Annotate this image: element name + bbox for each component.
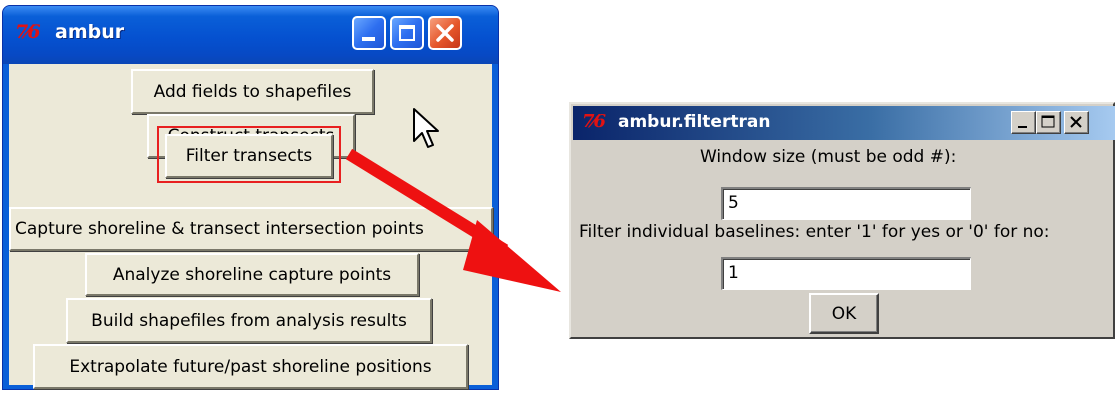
dialog-close-button[interactable] bbox=[1064, 111, 1089, 134]
build-shapefiles-button[interactable]: Build shapefiles from analysis results bbox=[66, 298, 432, 343]
minimize-button[interactable] bbox=[352, 16, 386, 50]
maximize-icon bbox=[1041, 115, 1055, 128]
maximize-icon bbox=[399, 25, 415, 41]
close-icon bbox=[436, 24, 454, 42]
filter-baselines-input[interactable]: 1 bbox=[721, 257, 971, 290]
maximize-button[interactable] bbox=[390, 16, 424, 50]
tk-feather-icon: 7⁄6 bbox=[582, 111, 606, 132]
ok-button[interactable]: OK bbox=[809, 293, 879, 334]
main-window-titlebar[interactable]: 7⁄6 ambur bbox=[3, 6, 498, 64]
tk-feather-icon: 7⁄6 bbox=[15, 21, 41, 43]
dialog-title: ambur.filtertran bbox=[618, 112, 771, 132]
dialog-minimize-button[interactable] bbox=[1011, 111, 1036, 134]
red-arrow-icon bbox=[345, 148, 561, 292]
extrapolate-positions-button[interactable]: Extrapolate future/past shoreline positi… bbox=[33, 344, 468, 389]
minimize-icon bbox=[1018, 126, 1027, 128]
screenshot-canvas: 7⁄6 ambur Add fields to shapefiles Const… bbox=[0, 0, 1115, 393]
window-size-input[interactable]: 5 bbox=[721, 187, 971, 220]
close-button[interactable] bbox=[428, 16, 462, 50]
close-icon bbox=[1070, 116, 1082, 128]
window-size-label: Window size (must be odd #): bbox=[700, 147, 957, 167]
minimize-icon bbox=[362, 37, 375, 41]
filter-highlight-box bbox=[157, 126, 341, 183]
add-fields-button[interactable]: Add fields to shapefiles bbox=[131, 69, 374, 114]
filtertran-dialog: 7⁄6 ambur.filtertran Window size (must b… bbox=[569, 102, 1115, 339]
dialog-titlebar[interactable]: 7⁄6 ambur.filtertran bbox=[573, 106, 1115, 140]
main-window-title: ambur bbox=[55, 21, 125, 43]
filter-baselines-label: Filter individual baselines: enter '1' f… bbox=[579, 222, 1050, 242]
dialog-maximize-button[interactable] bbox=[1036, 111, 1061, 134]
